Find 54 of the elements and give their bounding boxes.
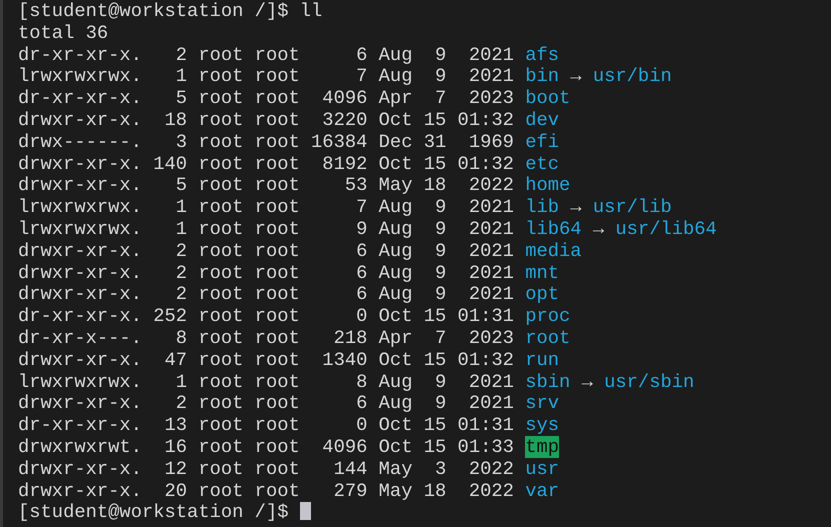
file-details: drwxr-xr-x. 2 root root 6 Aug 9 2021 — [18, 240, 514, 262]
file-details: drwxr-xr-x. 47 root root 1340 Oct 15 01:32 — [18, 348, 514, 371]
file-details: dr-xr-x---. 8 root root 218 Apr 7 2023 — [18, 326, 514, 349]
file-details: drwxr-xr-x. 2 root root 6 Aug 9 2021 — [18, 262, 514, 284]
link-arrow: → — [570, 65, 582, 88]
file-name: root — [525, 326, 570, 349]
link-target: usr/lib64 — [615, 218, 717, 240]
link-target: usr/lib — [592, 196, 672, 218]
file-name: mnt — [525, 262, 559, 284]
link-arrow: → — [582, 370, 593, 393]
file-details: drwxr-xr-x. 2 root root 6 Aug 9 2021 — [18, 392, 514, 414]
file-name: proc — [525, 305, 570, 328]
file-name: afs — [525, 44, 559, 66]
file-name: run — [525, 348, 559, 371]
file-name: usr — [525, 458, 559, 480]
command-text: ll — [300, 0, 322, 22]
file-name: boot — [525, 87, 570, 110]
file-details: dr-xr-xr-x. 252 root root 0 Oct 15 01:31 — [18, 305, 514, 328]
file-name: bin — [525, 65, 559, 88]
file-name: etc — [525, 152, 559, 175]
link-target: usr/bin — [592, 65, 672, 88]
file-name: tmp — [525, 436, 559, 458]
file-details: dr-xr-xr-x. 2 root root 6 Aug 9 2021 — [18, 44, 514, 66]
file-details: drwxr-xr-x. 2 root root 6 Aug 9 2021 — [18, 283, 514, 306]
output-text: total 36 — [18, 22, 108, 44]
file-name: efi — [525, 130, 559, 153]
file-details: drwxr-xr-x. 20 root root 279 May 18 2022 — [18, 480, 514, 502]
file-details: dr-xr-xr-x. 13 root root 0 Oct 15 01:31 — [18, 414, 514, 436]
file-details: dr-xr-xr-x. 5 root root 4096 Apr 7 2023 — [18, 87, 514, 110]
link-target: usr/sbin — [604, 370, 694, 393]
file-name: var — [525, 480, 559, 502]
file-details: drwxr-xr-x. 18 root root 3220 Oct 15 01:32 — [18, 108, 514, 131]
shell-prompt: [student@workstation /]$ — [18, 501, 288, 524]
file-details: lrwxrwxrwx. 1 root root 7 Aug 9 2021 — [18, 196, 514, 218]
file-name: dev — [525, 108, 559, 131]
file-name: media — [525, 240, 582, 262]
file-name: opt — [525, 283, 559, 306]
file-details: drwxrwxrwt. 16 root root 4096 Oct 15 01:33 — [18, 436, 514, 458]
shell-prompt: [student@workstation /]$ — [18, 0, 288, 22]
file-details: drwx------. 3 root root 16384 Dec 31 1969 — [18, 130, 514, 153]
link-arrow: → — [570, 196, 582, 218]
file-details: lrwxrwxrwx. 1 root root 9 Aug 9 2021 — [18, 218, 514, 240]
file-name: lib — [525, 196, 559, 218]
file-details: lrwxrwxrwx. 1 root root 8 Aug 9 2021 — [18, 370, 514, 393]
file-name: home — [525, 174, 570, 196]
file-name: sbin — [525, 370, 570, 393]
file-name: lib64 — [525, 218, 582, 240]
file-name: srv — [525, 392, 559, 414]
file-name: sys — [525, 414, 559, 436]
file-details: drwxr-xr-x. 5 root root 53 May 18 2022 — [18, 174, 514, 196]
file-details: drwxr-xr-x. 140 root root 8192 Oct 15 01:32 — [18, 152, 514, 175]
link-arrow: → — [592, 218, 604, 240]
file-details: lrwxrwxrwx. 1 root root 7 Aug 9 2021 — [18, 65, 514, 88]
file-details: drwxr-xr-x. 12 root root 144 May 3 2022 — [18, 458, 514, 480]
